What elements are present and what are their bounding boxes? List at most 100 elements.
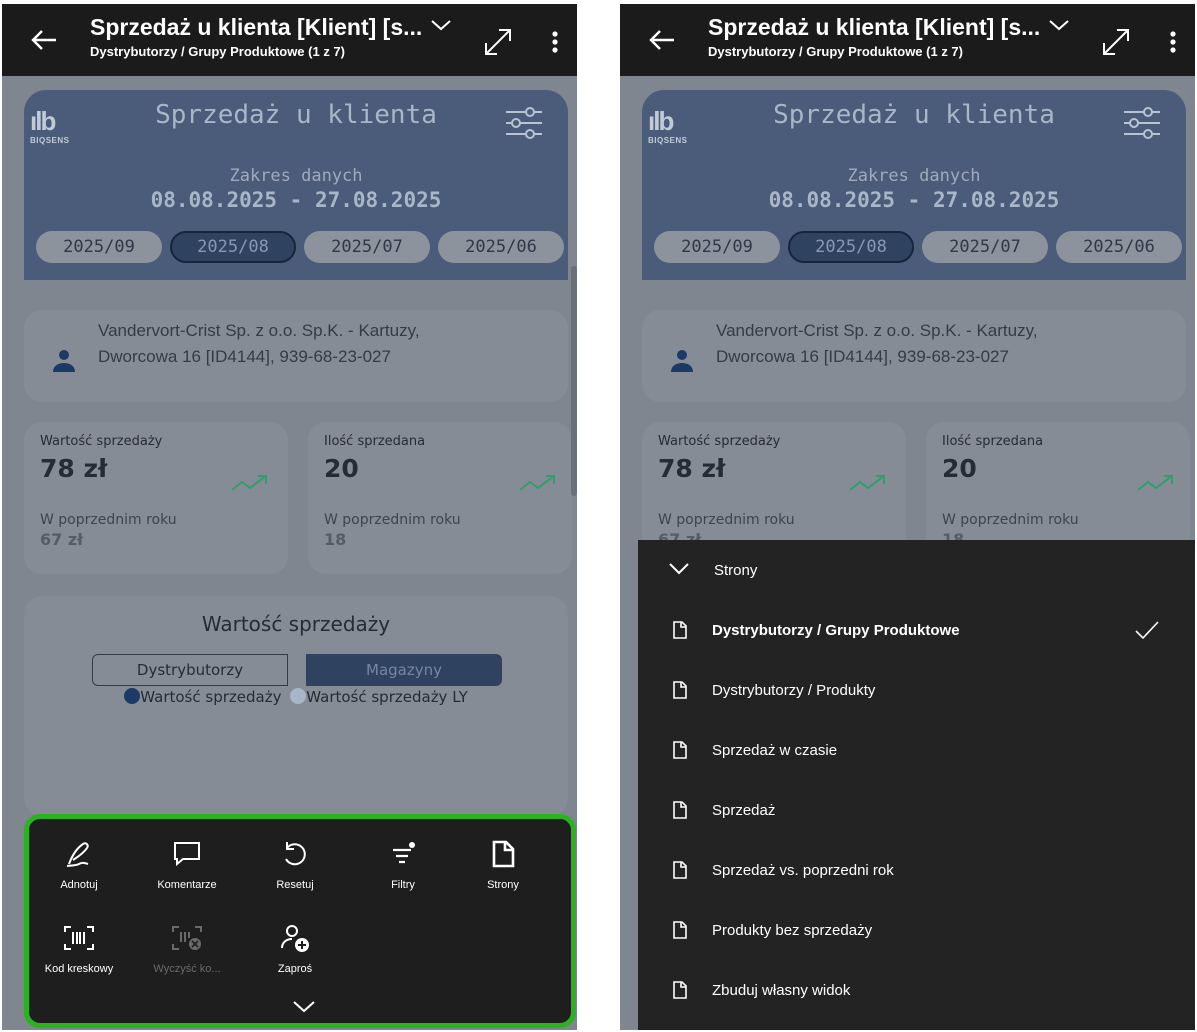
barcode-clear-icon bbox=[172, 926, 202, 950]
date-range-label: Zakres danych bbox=[229, 166, 363, 186]
more-vertical-icon bbox=[1170, 31, 1176, 53]
app-bar: Sprzedaż u klienta [Klient] [s... Dystry… bbox=[620, 4, 1195, 76]
trend-up-icon bbox=[1137, 475, 1173, 491]
period-2025-09[interactable]: 2025/09 bbox=[654, 231, 780, 263]
chevron-down-icon[interactable] bbox=[1048, 18, 1070, 37]
chevron-down-icon bbox=[293, 1001, 315, 1013]
period-2025-09[interactable]: 2025/09 bbox=[36, 231, 162, 263]
more-vertical-icon bbox=[552, 31, 558, 53]
chevron-down-icon bbox=[669, 563, 689, 575]
back-button[interactable] bbox=[24, 20, 64, 60]
action-toolbar: Adnotuj Komentarze Resetuj Filtry Strony… bbox=[24, 814, 576, 1028]
clear-barcode-button[interactable]: Wyczyść ko... bbox=[137, 919, 237, 989]
legend-dot-sales bbox=[124, 688, 141, 704]
person-icon bbox=[53, 350, 75, 372]
document-icon bbox=[673, 981, 687, 999]
person-icon bbox=[671, 350, 693, 372]
comment-icon bbox=[174, 842, 200, 867]
date-range: 08.08.2025 - 27.08.2025 bbox=[768, 188, 1060, 212]
page-item[interactable]: Dystrybutorzy / Produkty bbox=[638, 662, 1195, 722]
client-address: Dworcowa 16 [ID4144], 939-68-23-027 bbox=[98, 347, 391, 366]
header-title: Sprzedaż u klienta bbox=[773, 100, 1055, 130]
kpi-quantity-sold: Ilość sprzedana 20 W poprzednim roku 18 bbox=[308, 422, 572, 574]
report-title: Sprzedaż u klienta [Klient] [s... bbox=[708, 14, 1041, 40]
report-titles[interactable]: Sprzedaż u klienta [Klient] [s... Dystry… bbox=[90, 14, 450, 59]
app-bar: Sprzedaż u klienta [Klient] [s... Dystry… bbox=[2, 4, 577, 76]
page-item[interactable]: Sprzedaż w czasie bbox=[638, 722, 1195, 782]
reset-button[interactable]: Resetuj bbox=[245, 835, 345, 905]
comments-button[interactable]: Komentarze bbox=[137, 835, 237, 905]
client-card[interactable]: Vandervort-Crist Sp. z o.o. Sp.K. - Kart… bbox=[642, 310, 1186, 402]
client-address: Dworcowa 16 [ID4144], 939-68-23-027 bbox=[716, 347, 1009, 366]
chevron-down-icon[interactable] bbox=[430, 18, 452, 37]
client-name: Vandervort-Crist Sp. z o.o. Sp.K. - Kart… bbox=[716, 321, 1038, 340]
report-header: ılb BIQSENS Sprzedaż u klienta Zakres da… bbox=[24, 90, 568, 280]
page-item[interactable]: Sprzedaż vs. poprzedni rok bbox=[638, 842, 1195, 902]
document-icon bbox=[673, 741, 687, 759]
client-card[interactable]: Vandervort-Crist Sp. z o.o. Sp.K. - Kart… bbox=[24, 310, 568, 402]
scrollbar[interactable] bbox=[571, 266, 577, 496]
filters-button[interactable]: Filtry bbox=[353, 835, 453, 905]
legend-sales: Wartość sprzedaży bbox=[140, 688, 282, 706]
toggle-distributors[interactable]: Dystrybutorzy bbox=[92, 654, 288, 686]
chart-legend: Wartość sprzedaży Wartość sprzedaży LY bbox=[24, 688, 568, 706]
period-2025-08[interactable]: 2025/08 bbox=[170, 231, 296, 263]
reset-icon bbox=[285, 842, 306, 866]
document-icon bbox=[673, 801, 687, 819]
period-2025-06[interactable]: 2025/06 bbox=[438, 231, 564, 263]
trend-up-icon bbox=[849, 475, 885, 491]
page-item[interactable]: Sprzedaż bbox=[638, 782, 1195, 842]
arrow-left-icon bbox=[649, 30, 674, 50]
barcode-button[interactable]: Kod kreskowy bbox=[29, 919, 129, 989]
pages-sheet-title: Strony bbox=[714, 562, 758, 579]
report-header: ılb BIQSENS Sprzedaż u klienta Zakres da… bbox=[642, 90, 1186, 280]
kpi-sales-value: Wartość sprzedaży 78 zł W poprzednim rok… bbox=[24, 422, 288, 574]
legend-dot-sales-ly bbox=[290, 688, 307, 704]
trend-up-icon bbox=[519, 475, 555, 491]
phone-screen-left: Sprzedaż u klienta [Klient] [s... Dystry… bbox=[2, 4, 577, 1030]
expand-button[interactable] bbox=[1096, 22, 1136, 62]
annotate-button[interactable]: Adnotuj bbox=[29, 835, 129, 905]
period-selector: 2025/09 2025/08 2025/07 2025/06 bbox=[654, 231, 1186, 263]
more-options-button[interactable] bbox=[1158, 22, 1188, 62]
filter-icon bbox=[393, 842, 415, 864]
barcode-icon bbox=[64, 926, 94, 950]
expand-button[interactable] bbox=[478, 22, 518, 62]
trend-up-icon bbox=[231, 475, 267, 491]
settings-sliders-icon[interactable] bbox=[504, 106, 544, 140]
page-item[interactable]: Zbuduj własny widok bbox=[638, 962, 1195, 1022]
expand-icon bbox=[485, 29, 511, 55]
document-icon bbox=[673, 621, 687, 639]
period-2025-06[interactable]: 2025/06 bbox=[1056, 231, 1182, 263]
expand-icon bbox=[1103, 29, 1129, 55]
period-selector: 2025/09 2025/08 2025/07 2025/06 bbox=[36, 231, 568, 263]
sales-value-chart-card: Wartość sprzedaży Dystrybutorzy Magazyny… bbox=[24, 596, 568, 816]
invite-user-icon bbox=[281, 925, 309, 952]
page-item[interactable]: Dystrybutorzy / Grupy Produktowe bbox=[638, 602, 1195, 662]
report-subtitle: Dystrybutorzy / Grupy Produktowe (1 z 7) bbox=[90, 44, 345, 59]
settings-sliders-icon[interactable] bbox=[1122, 106, 1162, 140]
period-2025-08[interactable]: 2025/08 bbox=[788, 231, 914, 263]
header-title: Sprzedaż u klienta bbox=[155, 100, 437, 130]
date-range-label: Zakres danych bbox=[847, 166, 981, 186]
document-icon bbox=[673, 921, 687, 939]
document-icon bbox=[673, 861, 687, 879]
period-2025-07[interactable]: 2025/07 bbox=[304, 231, 430, 263]
invite-button[interactable]: Zaproś bbox=[245, 919, 345, 989]
arrow-left-icon bbox=[31, 30, 56, 50]
toggle-warehouses[interactable]: Magazyny bbox=[306, 654, 502, 686]
more-options-button[interactable] bbox=[540, 22, 570, 62]
report-titles[interactable]: Sprzedaż u klienta [Klient] [s... Dystry… bbox=[708, 14, 1068, 59]
report-title: Sprzedaż u klienta [Klient] [s... bbox=[90, 14, 423, 40]
collapse-toolbar-button[interactable] bbox=[289, 995, 319, 1019]
pages-sheet-header[interactable]: Strony bbox=[638, 540, 1195, 602]
page-item[interactable]: Produkty bez sprzedaży bbox=[638, 902, 1195, 962]
pages-button[interactable]: Strony bbox=[453, 835, 553, 905]
period-2025-07[interactable]: 2025/07 bbox=[922, 231, 1048, 263]
pages-icon bbox=[492, 840, 515, 868]
date-range: 08.08.2025 - 27.08.2025 bbox=[150, 188, 442, 212]
checkmark-icon bbox=[1135, 621, 1159, 640]
phone-screen-right: Sprzedaż u klienta [Klient] [s... Dystry… bbox=[620, 4, 1195, 1030]
back-button[interactable] bbox=[642, 20, 682, 60]
legend-sales-ly: Wartość sprzedaży LY bbox=[306, 688, 468, 706]
